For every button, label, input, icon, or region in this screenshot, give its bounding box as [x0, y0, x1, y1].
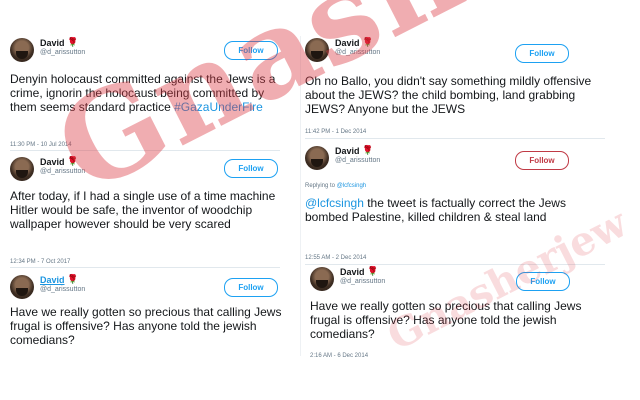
replying-to: Replying to @lcfcsingh — [305, 183, 366, 189]
tweet-timestamp[interactable]: 11:30 PM - 10 Jul 2014 — [10, 142, 72, 148]
replying-to-label: Replying to — [305, 183, 336, 189]
user-name[interactable]: David — [40, 38, 65, 48]
rose-icon: 🌹 — [67, 274, 79, 284]
tweet-text: After today, if I had a single use of a … — [10, 189, 276, 231]
user-name[interactable]: David — [335, 38, 360, 48]
rose-icon: 🌹 — [362, 37, 374, 47]
avatar[interactable] — [10, 275, 34, 299]
tweet-text: Have we really gotten so precious that c… — [10, 305, 282, 347]
tweet-header: David 🌹 @d_arissutton Follow — [310, 266, 610, 297]
follow-button[interactable]: Follow — [224, 41, 278, 60]
tweet-timestamp[interactable]: 2:16 AM - 6 Dec 2014 — [310, 353, 368, 359]
user-name[interactable]: David — [335, 146, 360, 156]
user-handle[interactable]: @d_arissutton — [335, 157, 380, 164]
user-name[interactable]: David — [40, 275, 65, 285]
user-handle[interactable]: @d_arissutton — [40, 286, 85, 293]
user-name[interactable]: David — [40, 157, 65, 167]
follow-button[interactable]: Follow — [515, 151, 569, 170]
rose-icon: 🌹 — [362, 145, 374, 155]
user-name[interactable]: David — [340, 267, 365, 277]
tweet-header: David 🌹 @d_arissutton Follow — [305, 37, 605, 68]
avatar[interactable] — [10, 38, 34, 62]
column-divider — [300, 36, 301, 356]
avatar[interactable] — [310, 267, 334, 291]
rose-icon: 🌹 — [67, 156, 79, 166]
user-handle[interactable]: @d_arissutton — [40, 49, 85, 56]
tweet-header: David 🌹 @d_arissutton Follow — [10, 37, 280, 68]
tweet-text: Have we really gotten so precious that c… — [310, 299, 582, 341]
tweet-card: David 🌹 @d_arissutton Follow Denyin holo… — [10, 37, 280, 151]
follow-button[interactable]: Follow — [224, 159, 278, 178]
mention-link[interactable]: @lcfcsingh — [305, 196, 364, 210]
tweet-header: David 🌹 @d_arissutton Follow — [10, 156, 280, 187]
tweet-text: @lcfcsingh the tweet is factually correc… — [305, 196, 600, 224]
tweet-card: David 🌹 @d_arissutton Follow Have we rea… — [310, 266, 610, 363]
tweet-card: David 🌹 @d_arissutton Follow Replying to… — [305, 145, 605, 265]
rose-icon: 🌹 — [67, 37, 79, 47]
avatar[interactable] — [305, 146, 329, 170]
tweet-card: David 🌹 @d_arissutton Follow Have we rea… — [10, 274, 282, 355]
tweet-card: David 🌹 @d_arissutton Follow Oh no Ballo… — [305, 37, 605, 139]
tweet-timestamp[interactable]: 12:34 PM - 7 Oct 2017 — [10, 259, 70, 265]
tweet-card: David 🌹 @d_arissutton Follow After today… — [10, 156, 280, 268]
tweet-text: Oh no Ballo, you didn't say something mi… — [305, 74, 592, 116]
replying-to-handle[interactable]: @lcfcsingh — [337, 183, 366, 189]
user-handle[interactable]: @d_arissutton — [335, 49, 380, 56]
tweet-header: David 🌹 @d_arissutton Follow — [10, 274, 280, 305]
tweet-text: Denyin holocaust committed against the J… — [10, 72, 278, 114]
user-handle[interactable]: @d_arissutton — [340, 278, 385, 285]
follow-button[interactable]: Follow — [515, 44, 569, 63]
avatar[interactable] — [305, 38, 329, 62]
rose-icon: 🌹 — [367, 266, 379, 276]
avatar[interactable] — [10, 157, 34, 181]
tweet-timestamp[interactable]: 11:42 PM - 1 Dec 2014 — [305, 129, 366, 135]
tweet-timestamp[interactable]: 12:55 AM - 2 Dec 2014 — [305, 255, 366, 261]
user-handle[interactable]: @d_arissutton — [40, 168, 85, 175]
follow-button[interactable]: Follow — [516, 272, 570, 291]
hashtag-link[interactable]: #GazaUnderFire — [174, 100, 263, 114]
tweet-header: David 🌹 @d_arissutton Follow — [305, 145, 605, 176]
follow-button[interactable]: Follow — [224, 278, 278, 297]
